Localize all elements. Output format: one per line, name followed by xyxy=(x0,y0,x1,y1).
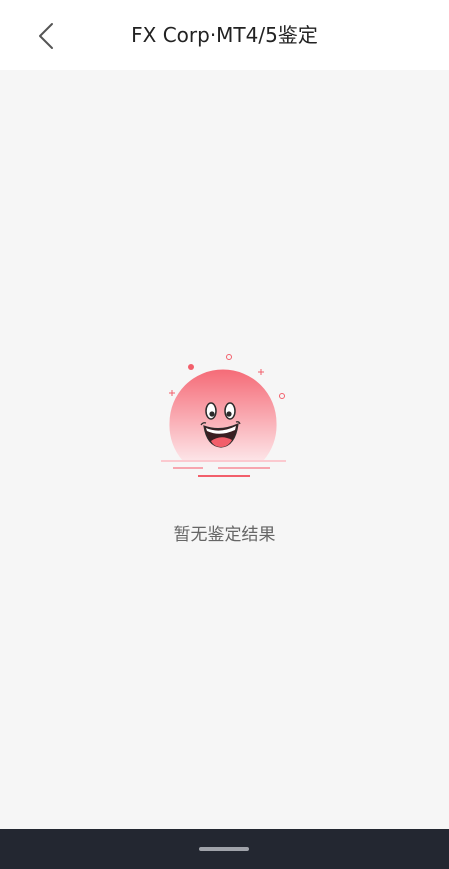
smiling-sun-illustration xyxy=(155,348,295,483)
top-app-bar: FX Corp·MT4/5鉴定 xyxy=(0,0,449,70)
home-indicator[interactable] xyxy=(199,847,249,851)
back-button[interactable] xyxy=(28,16,64,56)
chevron-left-icon xyxy=(39,23,53,49)
page-title: FX Corp·MT4/5鉴定 xyxy=(131,23,318,47)
empty-state-message: 暂无鉴定结果 xyxy=(173,525,276,545)
system-navigation-bar xyxy=(0,829,449,869)
